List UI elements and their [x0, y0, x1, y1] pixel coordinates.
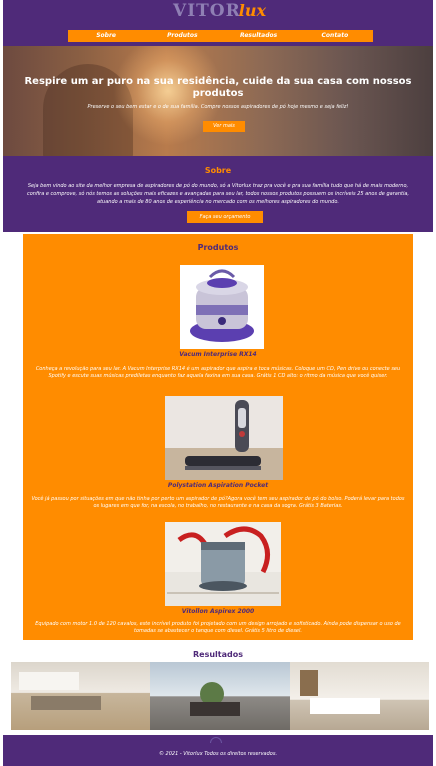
footer-logo-icon	[210, 737, 222, 743]
about-title: Sobre	[204, 166, 232, 175]
page: VITORlux Sobre Produtos Resultados Conta…	[3, 0, 433, 766]
nav-item-produtos[interactable]: Produtos	[144, 30, 220, 42]
logo[interactable]: VITORlux	[173, 1, 273, 23]
industrial-vacuum-icon	[165, 522, 281, 606]
products-section: Produtos Vacum Interprise RX14 Conheça a…	[23, 234, 413, 640]
result-image-living-room	[150, 662, 290, 730]
logo-text-part2: lux	[238, 1, 266, 20]
results-title: Resultados	[193, 650, 243, 659]
copyright-text: © 2021 - Vitorlux Todos os direitos rese…	[158, 751, 278, 757]
nav-item-sobre[interactable]: Sobre	[68, 30, 144, 42]
product-image-pocket	[165, 396, 283, 480]
result-image-bedroom	[289, 662, 429, 730]
product-description: Você já passou por situações em que não …	[31, 496, 405, 509]
nav-item-contato[interactable]: Contato	[297, 30, 373, 42]
results-gallery	[11, 662, 429, 730]
nav-bar: Sobre Produtos Resultados Contato	[68, 30, 373, 42]
header: VITORlux Sobre Produtos Resultados Conta…	[3, 0, 433, 46]
quote-button[interactable]: Faça seu orçamento	[187, 211, 263, 223]
nav-item-resultados[interactable]: Resultados	[221, 30, 297, 42]
product-name: Polystation Aspiration Pocket	[167, 482, 269, 489]
product-image-aspirex	[165, 522, 281, 606]
about-text: Seja bem vindo ao site da melhor empresa…	[26, 183, 410, 205]
vacuum-canister-icon	[180, 265, 264, 349]
products-title: Produtos	[197, 243, 239, 252]
about-section: Sobre Seja bem vindo ao site da melhor e…	[3, 156, 433, 232]
product-description: Equipado com motor 1.0 de 120 cavalos, e…	[35, 621, 401, 634]
product-name: Vitollon Aspirex 2000	[181, 608, 255, 615]
ver-mais-button[interactable]: Ver mais	[203, 121, 245, 132]
product-name: Vacum Interprise RX14	[179, 351, 257, 358]
logo-text-part1: VITOR	[173, 1, 241, 21]
product-description: Conheça a revolução para seu lar. A Vacu…	[35, 366, 401, 379]
stick-vacuum-icon	[165, 396, 283, 480]
hero-title: Respire um ar puro na sua residência, cu…	[24, 76, 412, 99]
hero-subtitle: Preserve o seu bem estar e o de sua famí…	[87, 104, 349, 110]
hero-banner: Respire um ar puro na sua residência, cu…	[3, 46, 433, 156]
footer: © 2021 - Vitorlux Todos os direitos rese…	[3, 735, 433, 766]
result-image-kitchen	[11, 662, 151, 730]
product-image-vacum	[180, 265, 264, 349]
